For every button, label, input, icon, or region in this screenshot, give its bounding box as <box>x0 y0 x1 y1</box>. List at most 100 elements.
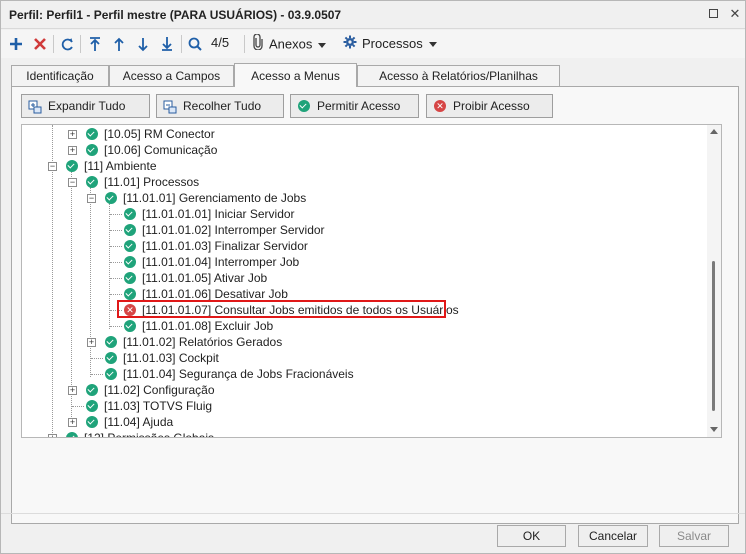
tree-item[interactable]: [11.03] TOTVS Fluig <box>22 398 712 414</box>
add-icon[interactable] <box>8 34 24 54</box>
tab-acesso-relatorios[interactable]: Acesso à Relatórios/Planilhas <box>357 65 560 87</box>
tree-item[interactable]: [11.01.01.05] Ativar Job <box>22 270 712 286</box>
collapse-all-button[interactable]: Recolher Tudo <box>156 94 284 118</box>
tree-item-label: [11.04] Ajuda <box>104 415 174 429</box>
allowed-icon <box>66 432 78 437</box>
processes-menu[interactable]: Processos <box>343 34 437 54</box>
cancel-button[interactable]: Cancelar <box>578 525 648 547</box>
tree-item-label: [11.01.01.04] Interromper Job <box>142 255 300 269</box>
tree-item[interactable]: [11.01.01.02] Interromper Servidor <box>22 222 712 238</box>
scroll-thumb[interactable] <box>712 261 715 411</box>
maximize-icon[interactable] <box>705 6 721 22</box>
highlight-box <box>117 300 446 318</box>
deny-circle-icon: ✕ <box>434 100 446 112</box>
tree-item[interactable]: + [11.01.02] Relatórios Gerados <box>22 334 712 350</box>
tree-item[interactable]: [11.01.01.01] Iniciar Servidor <box>22 206 712 222</box>
allowed-icon <box>86 416 98 428</box>
allowed-icon <box>86 144 98 156</box>
expand-icon[interactable]: + <box>68 130 77 139</box>
allowed-icon <box>105 192 117 204</box>
tree-item[interactable]: [11.01.01.04] Interromper Job <box>22 254 712 270</box>
tree-item[interactable]: − [11.01] Processos <box>22 174 712 190</box>
allowed-icon <box>124 240 136 252</box>
tab-identificacao[interactable]: Identificação <box>11 65 109 87</box>
tree-item-label: [11.01.02] Relatórios Gerados <box>123 335 283 349</box>
allowed-icon <box>105 368 117 380</box>
tree-item-label: [11.01.01.03] Finalizar Servidor <box>142 239 308 253</box>
collapse-tree-icon <box>163 99 177 114</box>
tree-item[interactable]: + [12] Permissões Globais <box>22 430 712 437</box>
tree-item-label: [11] Ambiente <box>84 159 157 173</box>
tab-bar: Identificação Acesso a Campos Acesso a M… <box>11 63 741 87</box>
previous-record-icon[interactable] <box>111 34 127 54</box>
scroll-down-icon[interactable] <box>710 427 718 432</box>
tree-item-label: [11.01.01] Gerenciamento de Jobs <box>123 191 307 205</box>
tree-item[interactable]: [11.01.01.08] Excluir Job <box>22 318 712 334</box>
close-icon[interactable]: ✕ <box>727 6 743 22</box>
tree-item-label: [11.01.01.02] Interromper Servidor <box>142 223 325 237</box>
tree-item-label: [11.01.01.08] Excluir Job <box>142 319 274 333</box>
tab-acesso-campos[interactable]: Acesso a Campos <box>109 65 234 87</box>
profile-dialog: Perfil: Perfil1 - Perfil mestre (PARA US… <box>0 0 746 554</box>
expand-all-label: Expandir Tudo <box>48 99 126 113</box>
tree-item[interactable]: + [10.05] RM Conector <box>22 126 712 142</box>
allowed-icon <box>86 400 98 412</box>
chevron-down-icon <box>428 42 437 48</box>
tab-acesso-menus[interactable]: Acesso a Menus <box>234 63 357 87</box>
scroll-up-icon[interactable] <box>710 129 718 134</box>
last-record-icon[interactable] <box>159 34 175 54</box>
tree-item-label: [10.06] Comunicação <box>104 143 218 157</box>
annexes-label: Anexos <box>269 36 313 52</box>
search-icon[interactable] <box>187 34 203 54</box>
collapse-icon[interactable]: − <box>48 162 57 171</box>
tree-item[interactable]: + [11.02] Configuração <box>22 382 712 398</box>
menu-access-tree[interactable]: + [10.05] RM Conector + [10.06] Comunica… <box>21 124 722 438</box>
expand-icon[interactable]: + <box>48 434 57 437</box>
tree-item[interactable]: [11.01.03] Cockpit <box>22 350 712 366</box>
allowed-icon <box>86 128 98 140</box>
tree-scrollbar[interactable] <box>707 125 721 437</box>
allowed-icon <box>124 208 136 220</box>
footer-divider <box>1 513 745 514</box>
expand-icon[interactable]: + <box>68 418 77 427</box>
expand-icon[interactable]: + <box>68 146 77 155</box>
deny-access-button[interactable]: ✕ Proibir Acesso <box>426 94 553 118</box>
next-record-icon[interactable] <box>135 34 151 54</box>
tree-item[interactable]: + [10.06] Comunicação <box>22 142 712 158</box>
first-record-icon[interactable] <box>87 34 103 54</box>
chevron-down-icon <box>318 42 327 48</box>
allow-access-label: Permitir Acesso <box>317 99 401 113</box>
tree-item-label: [11.01] Processos <box>104 175 200 189</box>
paperclip-icon <box>253 33 263 56</box>
allowed-icon <box>105 352 117 364</box>
tree-item[interactable]: [11.01.04] Segurança de Jobs Fracionávei… <box>22 366 712 382</box>
ok-button[interactable]: OK <box>497 525 566 547</box>
tree-item[interactable]: − [11] Ambiente <box>22 158 712 174</box>
collapse-icon[interactable]: − <box>68 178 77 187</box>
refresh-icon[interactable] <box>59 34 75 54</box>
expand-icon[interactable]: + <box>87 338 96 347</box>
expand-all-button[interactable]: Expandir Tudo <box>21 94 150 118</box>
allowed-icon <box>124 224 136 236</box>
allowed-icon <box>86 176 98 188</box>
delete-icon[interactable] <box>32 34 48 54</box>
expand-tree-icon <box>28 99 42 114</box>
allow-access-button[interactable]: Permitir Acesso <box>290 94 419 118</box>
check-circle-icon <box>298 100 310 112</box>
collapse-all-label: Recolher Tudo <box>183 99 262 113</box>
expand-icon[interactable]: + <box>68 386 77 395</box>
tree-item-label: [11.01.01.05] Ativar Job <box>142 271 268 285</box>
processes-label: Processos <box>362 36 423 51</box>
collapse-icon[interactable]: − <box>87 194 96 203</box>
tree-item[interactable]: + [11.04] Ajuda <box>22 414 712 430</box>
allowed-icon <box>124 288 136 300</box>
tree-item-label: [11.01.03] Cockpit <box>123 351 219 365</box>
allowed-icon <box>124 272 136 284</box>
tree-item[interactable]: − [11.01.01] Gerenciamento de Jobs <box>22 190 712 206</box>
annexes-menu[interactable]: Anexos <box>253 33 327 56</box>
tree-item[interactable]: [11.01.01.03] Finalizar Servidor <box>22 238 712 254</box>
allowed-icon <box>66 160 78 172</box>
save-button[interactable]: Salvar <box>659 525 729 547</box>
title-bar: Perfil: Perfil1 - Perfil mestre (PARA US… <box>1 1 745 29</box>
allowed-icon <box>124 256 136 268</box>
